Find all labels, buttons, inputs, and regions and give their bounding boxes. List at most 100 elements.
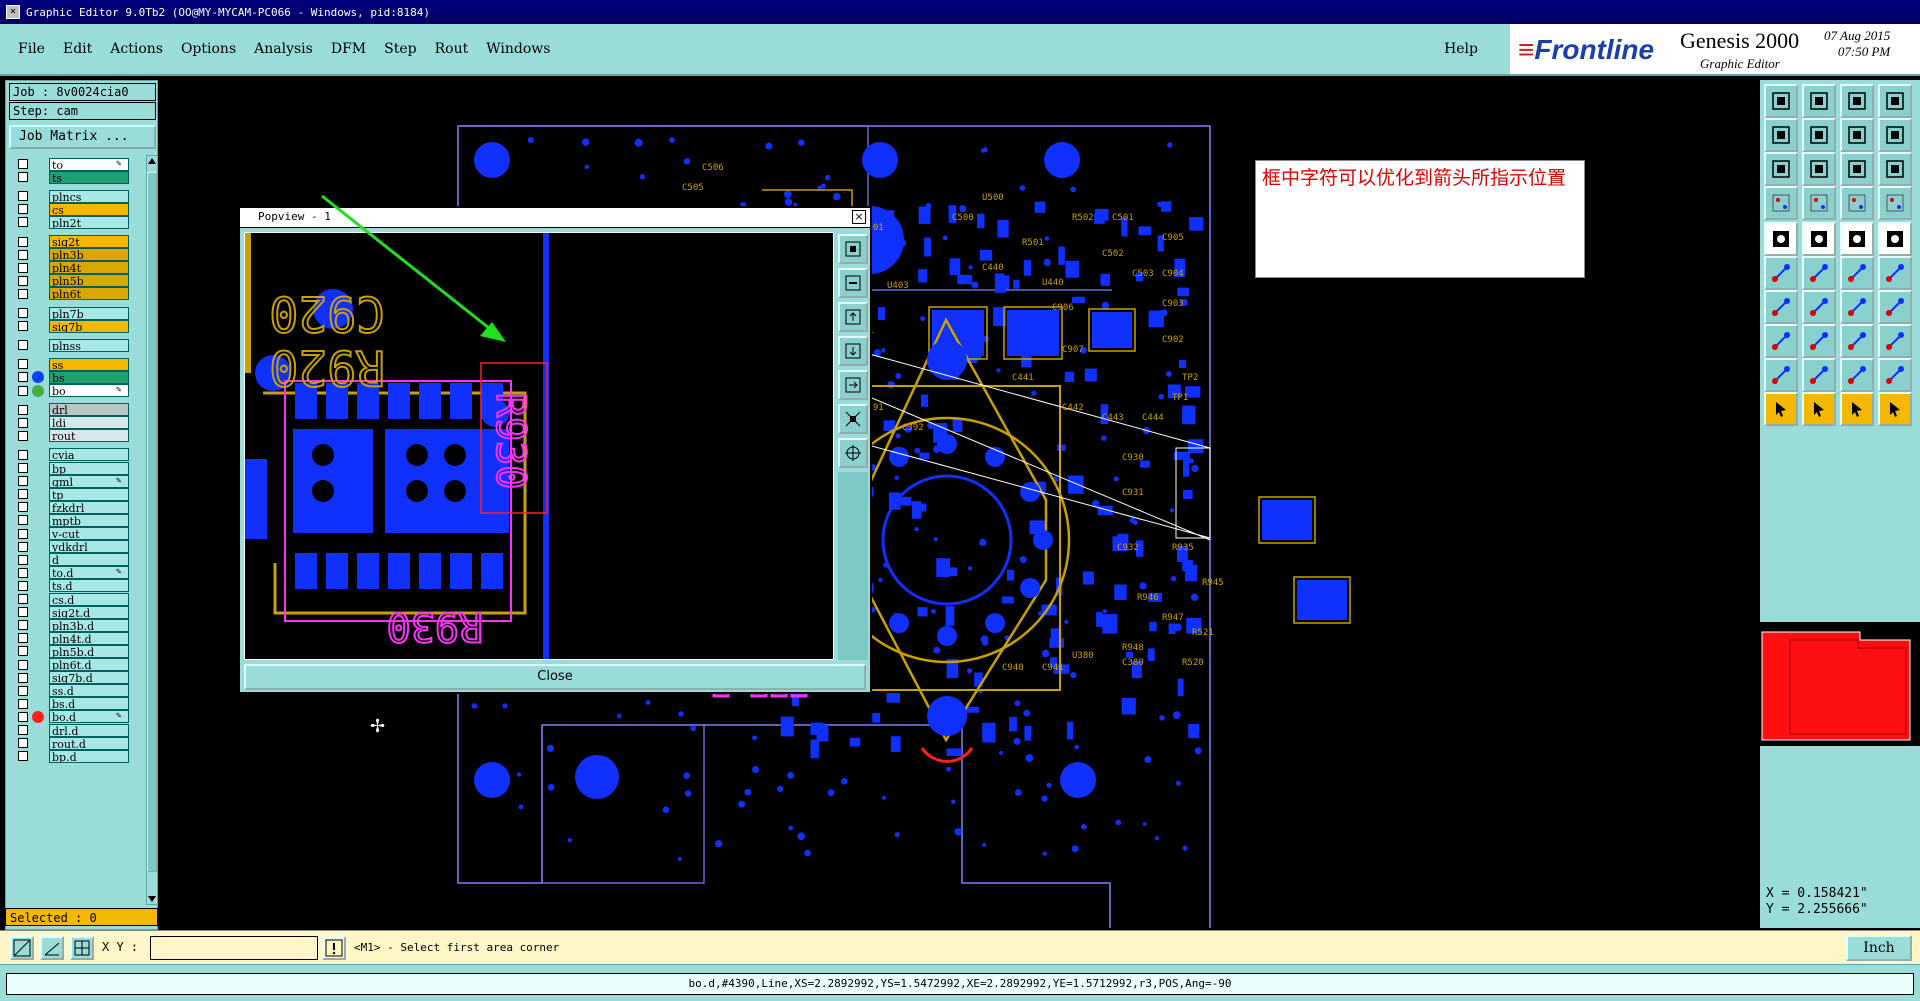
layer-checkbox[interactable] — [18, 275, 28, 286]
menu-help[interactable]: Help — [1444, 41, 1478, 57]
layer-name[interactable]: bp.d — [49, 749, 129, 763]
layer-row[interactable]: bs.d — [12, 697, 132, 711]
tool-zoom-home-button[interactable] — [1764, 84, 1798, 118]
popview-pan-up-button[interactable] — [838, 302, 868, 332]
tool-cursor-b-button[interactable] — [1802, 392, 1836, 426]
layer-name[interactable]: rout — [49, 429, 129, 443]
layer-name[interactable]: bp — [49, 461, 129, 475]
layer-name[interactable]: cs — [49, 202, 129, 216]
cmd-warning-icon[interactable] — [322, 936, 346, 960]
tool-tri-b-button[interactable] — [1802, 358, 1836, 392]
layer-row[interactable]: bp — [12, 461, 132, 475]
layer-row[interactable]: tp — [12, 487, 132, 501]
layer-checkbox[interactable] — [18, 308, 28, 318]
tool-fit-v-button[interactable] — [1764, 152, 1798, 186]
tool-arc-button[interactable] — [1840, 290, 1874, 324]
layer-checkbox[interactable] — [18, 646, 28, 657]
tool-pad-add-button[interactable] — [1764, 324, 1798, 358]
layer-checkbox[interactable] — [18, 217, 28, 228]
layer-row[interactable]: pln5b — [12, 274, 132, 288]
layer-row[interactable]: to.d ✎ — [12, 566, 132, 580]
layer-name[interactable]: plnss — [49, 338, 129, 352]
layer-name[interactable]: cs.d — [49, 592, 129, 606]
layer-name[interactable]: sig7b.d — [49, 671, 129, 685]
layer-checkbox[interactable] — [18, 502, 28, 513]
layer-checkbox[interactable] — [18, 620, 28, 631]
layer-row[interactable]: ts.d — [12, 579, 132, 593]
layer-checkbox[interactable] — [18, 580, 28, 591]
menu-actions[interactable]: Actions — [110, 41, 163, 57]
layer-name[interactable]: sig7b — [49, 319, 129, 333]
tool-tri-a-button[interactable] — [1764, 358, 1798, 392]
layer-row[interactable]: rout.d — [12, 736, 132, 750]
menu-windows[interactable]: Windows — [486, 41, 550, 57]
popview-center-button[interactable] — [838, 438, 868, 468]
layer-row[interactable]: pln6t — [12, 287, 132, 301]
tool-cursor-a-button[interactable] — [1764, 392, 1798, 426]
layer-name[interactable]: rout.d — [49, 736, 129, 750]
tool-cursor-d-button[interactable] — [1878, 392, 1912, 426]
menu-file[interactable]: File — [18, 41, 45, 57]
tool-connect-b-button[interactable] — [1878, 256, 1912, 290]
tool-cursor-c-button[interactable] — [1840, 392, 1874, 426]
tool-grid-a-button[interactable] — [1878, 84, 1912, 118]
layer-row[interactable]: pln7b — [12, 306, 132, 320]
menu-rout[interactable]: Rout — [435, 41, 469, 57]
tool-line-b-button[interactable] — [1802, 290, 1836, 324]
layer-checkbox[interactable] — [18, 528, 28, 539]
tool-measure-button[interactable] — [1840, 324, 1874, 358]
layer-row[interactable]: drl.d — [12, 723, 132, 737]
tool-select-w-button[interactable] — [1764, 222, 1798, 256]
layer-checkbox[interactable] — [18, 288, 28, 299]
tool-move-up-button[interactable] — [1802, 84, 1836, 118]
layer-checkbox[interactable] — [18, 725, 28, 735]
popview-canvas[interactable]: C920C920R920R930R930 — [244, 232, 834, 660]
popview-close-icon[interactable]: × — [852, 210, 866, 224]
tool-help-button[interactable] — [1878, 152, 1912, 186]
layer-row[interactable]: ldi — [12, 416, 132, 430]
layer-row[interactable]: ydkdrl — [12, 540, 132, 554]
layer-row[interactable]: ts — [12, 170, 132, 184]
layer-row[interactable]: sig2t — [12, 235, 132, 249]
layer-name[interactable]: drl — [49, 403, 129, 417]
layer-row[interactable]: pln3b — [12, 248, 132, 262]
layer-row[interactable]: pln4t.d — [12, 631, 132, 645]
layer-row[interactable]: cs — [12, 202, 132, 216]
layer-row[interactable]: sig7b.d — [12, 671, 132, 685]
layer-row[interactable]: pln3b.d — [12, 618, 132, 632]
layer-name[interactable]: pln4t.d — [49, 631, 129, 645]
tool-zoom-w-button[interactable] — [1802, 222, 1836, 256]
layer-row[interactable]: bo.d ✎ — [12, 710, 132, 724]
cmd-grid-icon[interactable] — [70, 936, 94, 960]
tool-delete-button[interactable] — [1802, 256, 1836, 290]
layer-name[interactable]: ydkdrl — [49, 540, 129, 554]
layer-checkbox[interactable] — [18, 476, 28, 487]
layer-row[interactable]: ss — [12, 357, 132, 371]
layer-name[interactable]: plncs — [49, 189, 129, 203]
layer-checkbox[interactable] — [18, 489, 28, 500]
layer-name[interactable]: d — [49, 553, 129, 567]
layer-checkbox[interactable] — [18, 463, 28, 473]
tool-tri-c-button[interactable] — [1840, 358, 1874, 392]
scroll-down-icon[interactable] — [148, 896, 156, 902]
layer-checkbox[interactable] — [18, 633, 28, 644]
layer-name[interactable]: drl.d — [49, 723, 129, 737]
layer-checkbox[interactable] — [18, 204, 28, 215]
layer-row[interactable]: mptb — [12, 513, 132, 527]
layer-checkbox[interactable] — [18, 159, 28, 169]
layer-name[interactable]: ts.d — [49, 579, 129, 593]
layer-name[interactable]: ts — [49, 170, 129, 184]
layer-checkbox[interactable] — [18, 372, 28, 383]
tool-scale-1-2-button[interactable] — [1840, 152, 1874, 186]
popview-fit-button[interactable] — [838, 404, 868, 434]
layer-row[interactable]: to ✎ — [12, 157, 132, 171]
popview-zoom-out-button[interactable] — [838, 268, 868, 298]
layer-row[interactable]: gml ✎ — [12, 474, 132, 488]
layer-row[interactable]: cs.d — [12, 592, 132, 606]
layer-name[interactable]: mptb — [49, 513, 129, 527]
layer-name[interactable]: pln6t.d — [49, 658, 129, 671]
layer-name[interactable]: pln4t — [49, 261, 129, 275]
tool-pads-blue-button[interactable] — [1878, 186, 1912, 220]
layer-row[interactable]: bs — [12, 370, 132, 384]
tool-fit-both-button[interactable] — [1802, 152, 1836, 186]
